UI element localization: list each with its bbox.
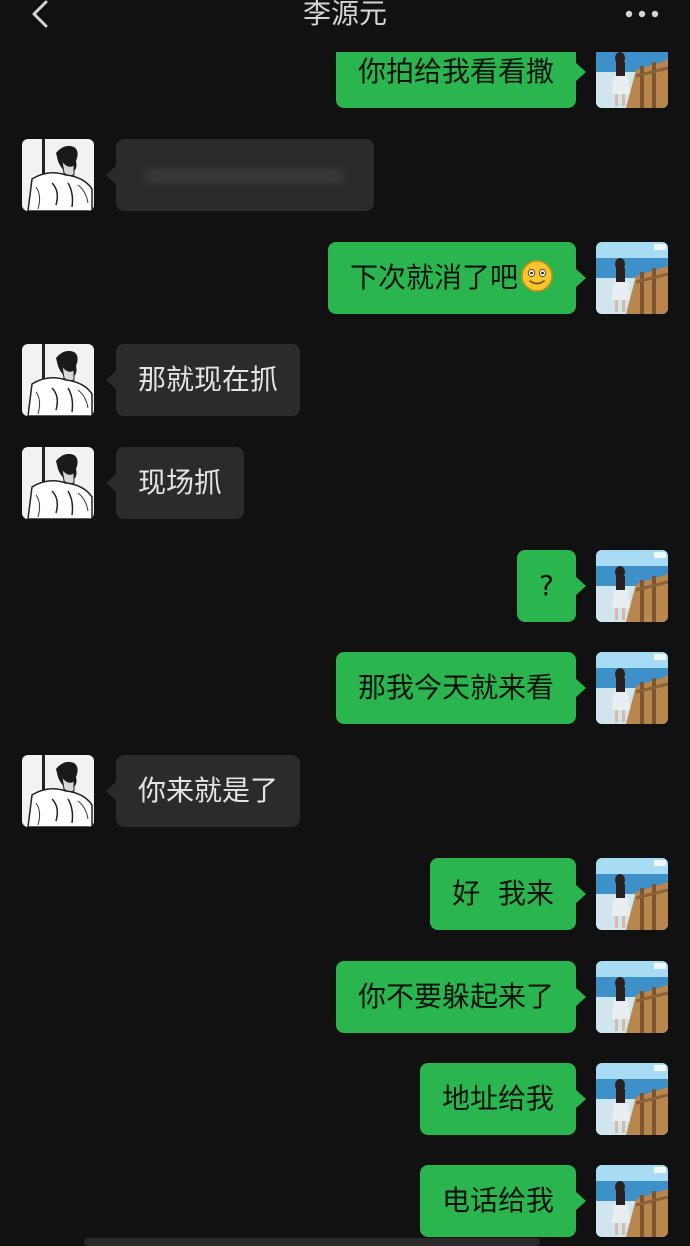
avatar[interactable] <box>596 1063 668 1135</box>
message-text: 下次就消了吧 <box>349 261 518 294</box>
avatar[interactable] <box>22 755 94 827</box>
chat-title: 李源元 <box>302 0 387 30</box>
avatar[interactable] <box>596 242 668 314</box>
avatar[interactable] <box>596 652 668 724</box>
message-list: 你拍给我看看撒 下次就消了吧 那就现在抓 现场抓 ? 那我今天就来看 你来就是了… <box>0 0 690 1246</box>
message-bubble[interactable]: 你不要躲起来了 <box>335 961 587 1033</box>
message-bubble[interactable]: 下次就消了吧 <box>327 242 587 314</box>
message-bubble[interactable]: ? <box>517 550 586 622</box>
message-bubble[interactable]: 电话给我 <box>419 1165 587 1237</box>
message-bubble[interactable]: 地址给我 <box>419 1063 587 1135</box>
input-bar-edge <box>84 1238 540 1246</box>
chat-header: 李源元 <box>0 0 690 52</box>
redaction-blur <box>144 169 344 183</box>
message-bubble[interactable]: 那就现在抓 <box>105 344 301 416</box>
avatar[interactable] <box>596 1165 668 1237</box>
avatar[interactable] <box>22 447 94 519</box>
avatar[interactable] <box>22 344 94 416</box>
avatar[interactable] <box>596 550 668 622</box>
avatar[interactable] <box>22 139 94 211</box>
more-horizontal-icon[interactable] <box>624 4 660 24</box>
message-bubble[interactable]: 好 我来 <box>430 858 586 930</box>
message-bubble[interactable]: 你来就是了 <box>105 755 301 827</box>
message-bubble[interactable]: 那我今天就来看 <box>335 652 587 724</box>
message-bubble[interactable]: 现场抓 <box>105 447 245 519</box>
avatar[interactable] <box>596 858 668 930</box>
smiling-face-emoji <box>521 260 553 292</box>
avatar[interactable] <box>596 961 668 1033</box>
